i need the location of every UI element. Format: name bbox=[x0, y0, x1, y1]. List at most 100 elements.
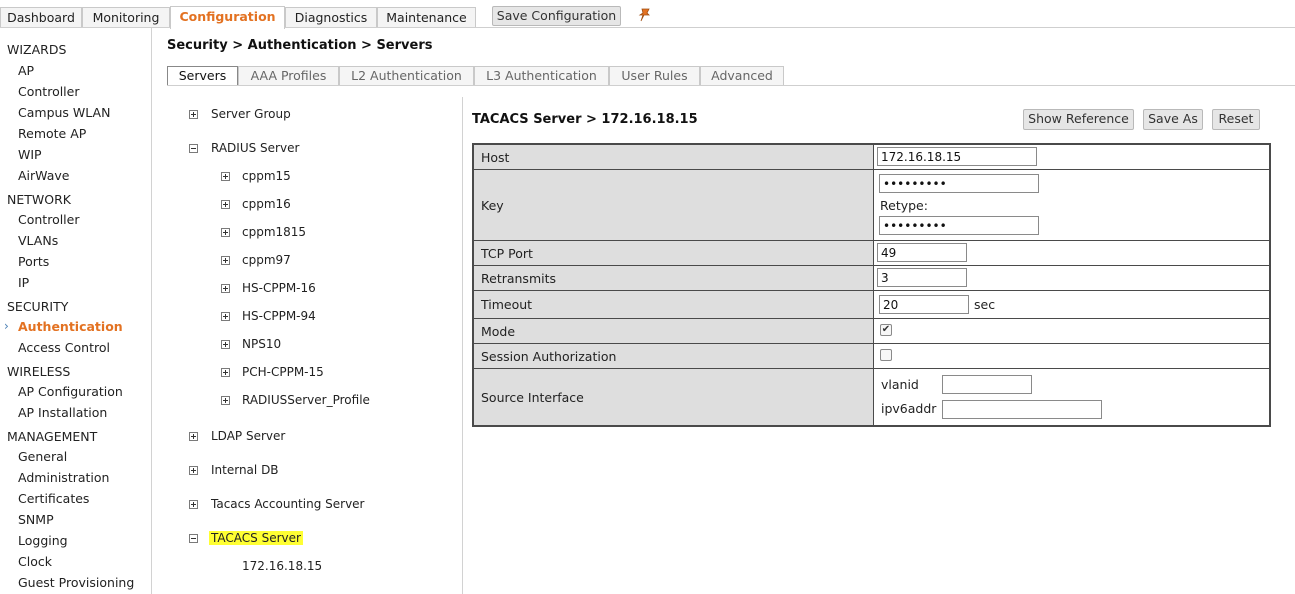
vlanid-field[interactable] bbox=[942, 375, 1032, 394]
tab-l2-authentication[interactable]: L2 Authentication bbox=[339, 66, 474, 85]
tree-radius-item[interactable]: cppm1815 bbox=[242, 225, 306, 239]
retransmits-label: Retransmits bbox=[474, 266, 874, 290]
tree-radius-item[interactable]: cppm16 bbox=[242, 197, 291, 211]
tree-radius-server[interactable]: RADIUS Server bbox=[211, 141, 299, 155]
tree-tacacs-item[interactable]: 172.16.18.15 bbox=[242, 559, 322, 573]
reset-button[interactable]: Reset bbox=[1212, 109, 1260, 130]
key-field[interactable] bbox=[879, 174, 1039, 193]
expand-icon[interactable] bbox=[189, 500, 198, 509]
sidebar-item-ap[interactable]: AP bbox=[18, 63, 34, 78]
sidebar-item-logging[interactable]: Logging bbox=[18, 533, 68, 548]
sidebar-item-wip[interactable]: WIP bbox=[18, 147, 42, 162]
expand-icon[interactable] bbox=[221, 312, 230, 321]
sidebar-item-access-control[interactable]: Access Control bbox=[18, 340, 110, 355]
pin-icon[interactable] bbox=[638, 8, 652, 22]
mode-label: Mode bbox=[474, 319, 874, 343]
expand-icon[interactable] bbox=[189, 110, 198, 119]
sidebar-item-vlans[interactable]: VLANs bbox=[18, 233, 58, 248]
host-label: Host bbox=[474, 145, 874, 169]
sidebar-item-clock[interactable]: Clock bbox=[18, 554, 52, 569]
sidebar-item-guest-provisioning[interactable]: Guest Provisioning bbox=[18, 575, 134, 590]
tree-radius-item[interactable]: PCH-CPPM-15 bbox=[242, 365, 324, 379]
show-reference-button[interactable]: Show Reference bbox=[1023, 109, 1134, 130]
retype-key-field[interactable] bbox=[879, 216, 1039, 235]
tab-dashboard[interactable]: Dashboard bbox=[0, 7, 82, 28]
ipv6addr-field[interactable] bbox=[942, 400, 1102, 419]
sidebar-item-controller[interactable]: Controller bbox=[18, 84, 80, 99]
subtab-divider bbox=[167, 85, 1295, 86]
tree-ldap-server[interactable]: LDAP Server bbox=[211, 429, 285, 443]
sidebar-item-general[interactable]: General bbox=[18, 449, 67, 464]
host-field[interactable] bbox=[877, 147, 1037, 166]
session-authorization-checkbox[interactable] bbox=[880, 349, 892, 361]
tab-monitoring[interactable]: Monitoring bbox=[82, 7, 170, 28]
expand-icon[interactable] bbox=[221, 228, 230, 237]
tree-tacacs-server-label: TACACS Server bbox=[209, 531, 303, 545]
session-authorization-label: Session Authorization bbox=[474, 344, 874, 368]
sidebar-item-network-controller[interactable]: Controller bbox=[18, 212, 80, 227]
tree-radius-item[interactable]: NPS10 bbox=[242, 337, 281, 351]
tree-internal-db[interactable]: Internal DB bbox=[211, 463, 279, 477]
tab-advanced[interactable]: Advanced bbox=[700, 66, 784, 85]
sidebar-item-ap-installation[interactable]: AP Installation bbox=[18, 405, 107, 420]
tree-radius-item[interactable]: HS-CPPM-94 bbox=[242, 309, 316, 323]
collapse-icon[interactable] bbox=[189, 144, 198, 153]
tcp-port-field[interactable] bbox=[877, 243, 967, 262]
vlanid-label: vlanid bbox=[881, 377, 919, 392]
active-chevron-icon: › bbox=[4, 319, 9, 333]
sidebar-item-campus-wlan[interactable]: Campus WLAN bbox=[18, 105, 110, 120]
tab-diagnostics[interactable]: Diagnostics bbox=[285, 7, 377, 28]
sidebar-item-ip[interactable]: IP bbox=[18, 275, 29, 290]
sidebar-item-certificates[interactable]: Certificates bbox=[18, 491, 89, 506]
timeout-label: Timeout bbox=[474, 291, 874, 318]
tree-radius-item[interactable]: RADIUSServer_Profile bbox=[242, 393, 370, 407]
expand-icon[interactable] bbox=[221, 340, 230, 349]
tab-servers[interactable]: Servers bbox=[167, 66, 238, 85]
save-configuration-button[interactable]: Save Configuration bbox=[492, 6, 621, 26]
tab-configuration[interactable]: Configuration bbox=[170, 6, 285, 29]
retransmits-field[interactable] bbox=[877, 268, 967, 287]
sidebar-section-wireless: WIRELESS bbox=[7, 364, 71, 379]
sidebar-item-administration[interactable]: Administration bbox=[18, 470, 109, 485]
expand-icon[interactable] bbox=[221, 256, 230, 265]
tacacs-settings-table: Host Key Retype: TCP Port Retransmits Ti… bbox=[472, 143, 1271, 427]
expand-icon[interactable] bbox=[221, 284, 230, 293]
tcp-port-label: TCP Port bbox=[474, 241, 874, 265]
sidebar-section-network: NETWORK bbox=[7, 192, 71, 207]
row-mode: Mode ✔ bbox=[474, 319, 1269, 344]
expand-icon[interactable] bbox=[221, 396, 230, 405]
tab-maintenance[interactable]: Maintenance bbox=[377, 7, 476, 28]
sidebar-item-ports[interactable]: Ports bbox=[18, 254, 49, 269]
sidebar-item-snmp[interactable]: SNMP bbox=[18, 512, 54, 527]
tab-user-rules[interactable]: User Rules bbox=[609, 66, 700, 85]
sidebar-item-airwave[interactable]: AirWave bbox=[18, 168, 69, 183]
expand-icon[interactable] bbox=[221, 368, 230, 377]
timeout-field[interactable] bbox=[879, 295, 969, 314]
row-tcp-port: TCP Port bbox=[474, 241, 1269, 266]
tree-radius-item[interactable]: cppm97 bbox=[242, 253, 291, 267]
collapse-icon[interactable] bbox=[189, 534, 198, 543]
retype-label: Retype: bbox=[880, 198, 928, 213]
tree-radius-item[interactable]: cppm15 bbox=[242, 169, 291, 183]
sidebar: WIZARDS AP Controller Campus WLAN Remote… bbox=[0, 28, 152, 594]
sidebar-item-authentication[interactable]: Authentication bbox=[18, 319, 123, 334]
tree-tacacs-server[interactable]: TACACS Server bbox=[209, 531, 303, 545]
expand-icon[interactable] bbox=[189, 466, 198, 475]
sidebar-item-remote-ap[interactable]: Remote AP bbox=[18, 126, 86, 141]
server-tree: Server Group RADIUS Server cppm15 cppm16… bbox=[167, 97, 463, 594]
tree-tacacs-accounting-server[interactable]: Tacacs Accounting Server bbox=[211, 497, 365, 511]
sidebar-section-wizards: WIZARDS bbox=[7, 42, 67, 57]
tab-l3-authentication[interactable]: L3 Authentication bbox=[474, 66, 609, 85]
tree-server-group[interactable]: Server Group bbox=[211, 107, 291, 121]
breadcrumb: Security > Authentication > Servers bbox=[167, 38, 433, 53]
sidebar-item-ap-configuration[interactable]: AP Configuration bbox=[18, 384, 123, 399]
row-source-interface: Source Interface vlanid ipv6addr bbox=[474, 369, 1269, 425]
expand-icon[interactable] bbox=[221, 172, 230, 181]
tree-radius-item[interactable]: HS-CPPM-16 bbox=[242, 281, 316, 295]
tab-aaa-profiles[interactable]: AAA Profiles bbox=[238, 66, 339, 85]
row-retransmits: Retransmits bbox=[474, 266, 1269, 291]
save-as-button[interactable]: Save As bbox=[1143, 109, 1203, 130]
mode-checkbox[interactable]: ✔ bbox=[880, 324, 892, 336]
expand-icon[interactable] bbox=[189, 432, 198, 441]
expand-icon[interactable] bbox=[221, 200, 230, 209]
